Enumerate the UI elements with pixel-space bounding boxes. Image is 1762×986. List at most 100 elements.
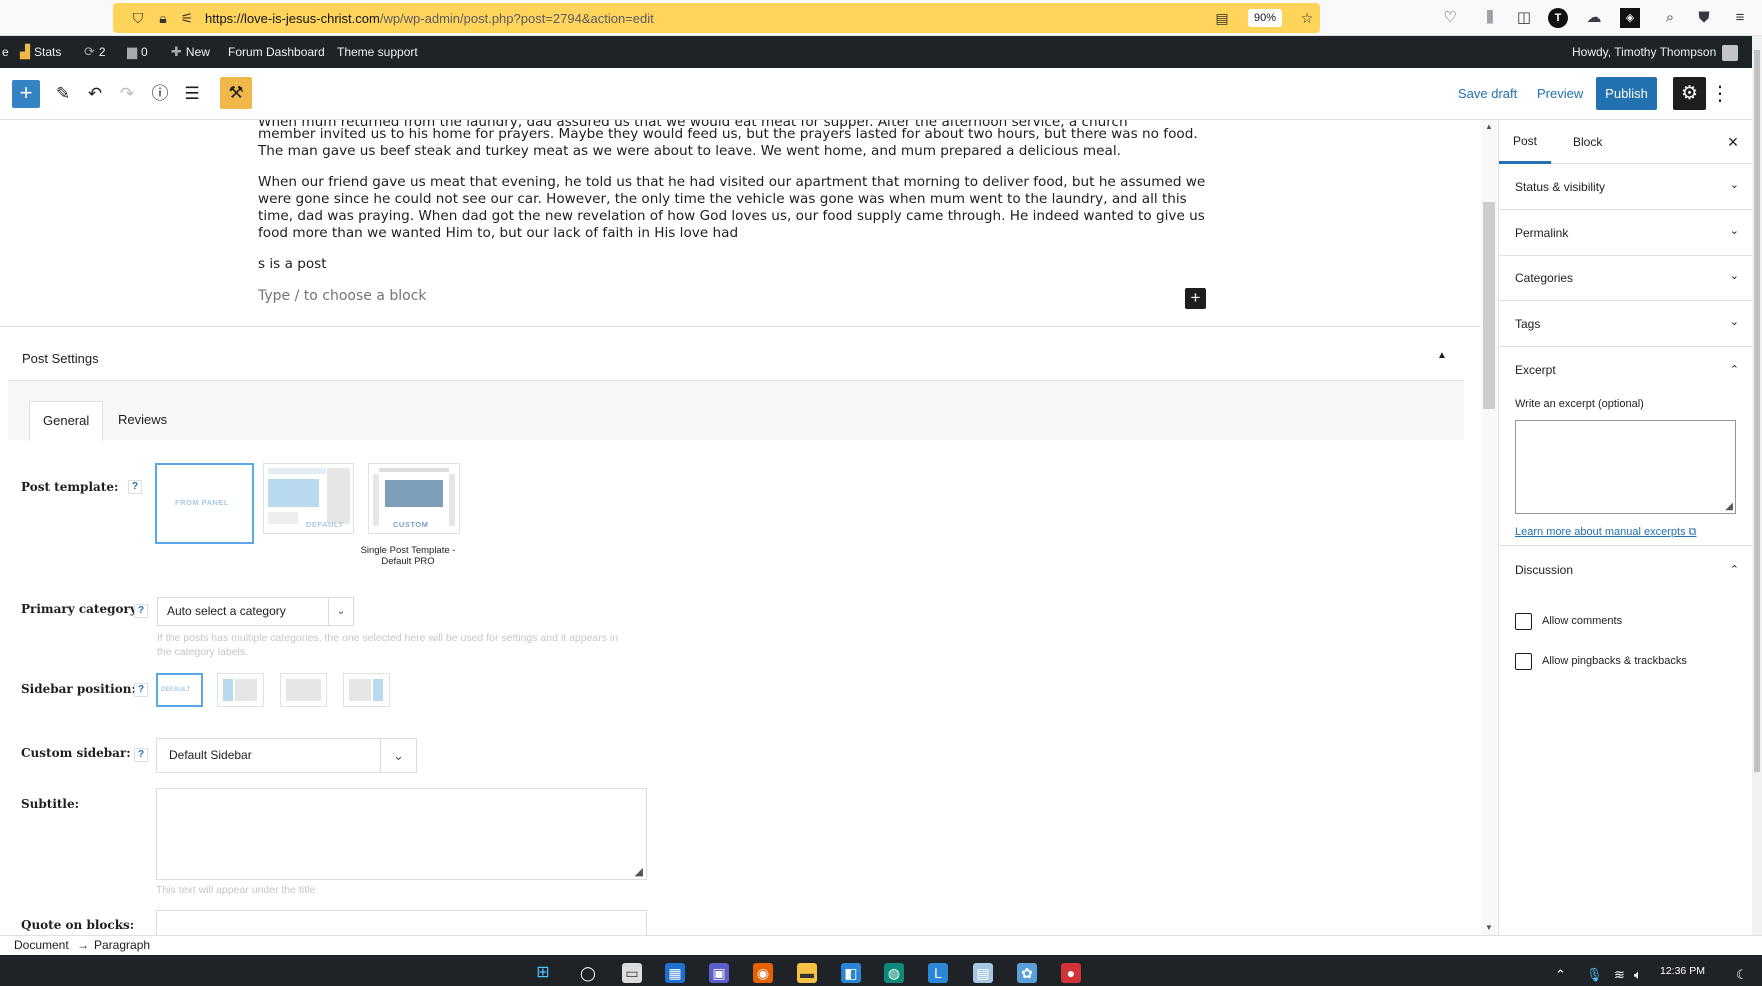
page-scrollbar[interactable] [1752, 36, 1762, 955]
collapse-triangle-icon[interactable]: ▲ [1437, 350, 1447, 361]
extension-cloud-icon[interactable]: ☁ [1584, 8, 1604, 28]
chevron-up-icon[interactable]: ⌃ [1730, 363, 1739, 376]
volume-icon[interactable]: 🔈︎ [1634, 967, 1642, 983]
panel-excerpt-title[interactable]: Excerpt [1515, 363, 1556, 377]
store-icon[interactable]: ◧ [841, 963, 861, 983]
post-settings-title[interactable]: Post Settings [22, 351, 99, 366]
block-appender-placeholder[interactable]: Type / to choose a block [258, 288, 427, 304]
tab-block[interactable]: Block [1559, 120, 1616, 164]
panel-discussion-title[interactable]: Discussion [1515, 563, 1573, 577]
bookmark-star-icon[interactable]: ☆ [1299, 10, 1315, 26]
notepad-icon[interactable]: ▤ [973, 963, 993, 983]
permissions-icon[interactable]: ⚟ [179, 10, 195, 26]
sidebar-position-left[interactable] [217, 673, 264, 707]
task-view-icon[interactable]: ▭ [622, 963, 642, 983]
settings-app-icon[interactable]: ✿ [1017, 963, 1037, 983]
chevron-up-icon[interactable]: ⌃ [1730, 563, 1739, 576]
scrollbar-thumb[interactable] [1754, 50, 1760, 772]
preview-button[interactable]: Preview [1537, 86, 1583, 101]
primary-category-select[interactable]: Auto select a category ⌄ [157, 597, 354, 626]
stats-link[interactable]: ▟ Stats [20, 36, 61, 68]
extension-badge-icon[interactable]: ⛊ [1694, 8, 1714, 28]
redo-icon[interactable]: ↷ [113, 80, 141, 108]
settings-gear-icon[interactable]: ⚙ [1673, 77, 1706, 110]
pocket-icon[interactable]: ♡ [1440, 8, 1460, 28]
help-icon[interactable]: ? [134, 604, 148, 618]
template-custom[interactable]: CUSTOM [368, 463, 460, 534]
updates-link[interactable]: ⟳ 2 [84, 36, 106, 68]
extension-search-icon[interactable]: ⌕ [1660, 8, 1680, 28]
start-windows-icon[interactable]: ⊞ [533, 963, 553, 983]
custom-sidebar-select[interactable]: Default Sidebar ⌄ [156, 738, 417, 773]
resize-handle-icon[interactable]: ◢ [1725, 501, 1733, 512]
panel-status-visibility[interactable]: Status & visibility ⌄ [1499, 164, 1753, 210]
site-name-fragment[interactable]: e [2, 36, 9, 68]
breadcrumb-paragraph[interactable]: Paragraph [94, 936, 150, 955]
save-draft-button[interactable]: Save draft [1458, 86, 1517, 101]
tab-general[interactable]: General [29, 401, 104, 441]
scroll-down-arrow-icon[interactable]: ▼ [1481, 921, 1497, 935]
quote-on-blocks-input[interactable] [156, 910, 647, 935]
help-icon[interactable]: ? [128, 480, 142, 494]
block-inserter-button[interactable]: + [12, 80, 40, 108]
shield-icon[interactable]: ⛉ [130, 10, 146, 26]
scroll-up-arrow-icon[interactable]: ▲ [1481, 120, 1497, 134]
paragraph-block[interactable]: member invited us to his home for prayer… [258, 126, 1208, 160]
undo-icon[interactable]: ↶ [81, 80, 109, 108]
edge-icon[interactable]: ◍ [884, 963, 904, 983]
sidebar-position-none[interactable] [280, 673, 327, 707]
firefox-icon[interactable]: ◉ [753, 963, 773, 983]
theme-support-link[interactable]: Theme support [337, 36, 418, 68]
url-bar[interactable]: ⛉ 🔒︎ ⚟ https://love-is-jesus-christ.com/… [113, 3, 1320, 33]
hamburger-menu-icon[interactable]: ≡ [1730, 8, 1750, 28]
allow-comments-checkbox[interactable] [1515, 613, 1532, 630]
reader-view-icon[interactable]: ▤ [1214, 10, 1230, 26]
paragraph-block[interactable]: s is a post [258, 256, 1208, 273]
wifi-icon[interactable]: ≋ [1614, 967, 1625, 983]
info-icon[interactable]: ⓘ [146, 80, 174, 108]
excerpt-learn-more-link[interactable]: Learn more about manual excerpts ⧉ [1515, 526, 1697, 539]
my-account-link[interactable]: Howdy, Timothy Thompson [1572, 36, 1739, 68]
forum-dashboard-link[interactable]: Forum Dashboard [228, 36, 325, 68]
new-content-link[interactable]: ✚ New [171, 36, 210, 68]
tab-reviews[interactable]: Reviews [105, 401, 180, 441]
close-icon[interactable]: × [1723, 132, 1743, 152]
list-view-icon[interactable]: ☰ [178, 80, 206, 108]
template-from-panel[interactable]: FROM PANEL [155, 463, 254, 544]
content-scrollbar[interactable]: ▲ ▼ [1481, 120, 1497, 935]
panel-categories[interactable]: Categories ⌄ [1499, 256, 1753, 301]
help-icon[interactable]: ? [134, 748, 148, 762]
extension-shield-icon[interactable]: ◈ [1620, 8, 1640, 28]
add-block-icon[interactable]: + [1185, 288, 1206, 309]
library-icon[interactable]: ⫼ [1480, 8, 1500, 28]
template-default[interactable]: DEFAULT [263, 463, 354, 534]
theme-tools-icon[interactable]: ⚒ [220, 77, 252, 109]
file-explorer-icon[interactable]: ▬ [797, 963, 817, 983]
allow-pingbacks-checkbox[interactable] [1515, 653, 1532, 670]
sidebar-icon[interactable]: ◫ [1514, 8, 1534, 28]
tab-post[interactable]: Post [1499, 120, 1552, 164]
paragraph-block[interactable]: When our friend gave us meat that evenin… [258, 174, 1208, 242]
resize-handle-icon[interactable]: ◢ [635, 865, 643, 878]
media-app-icon[interactable]: ● [1061, 963, 1081, 983]
app-l-icon[interactable]: L [928, 963, 948, 983]
widgets-icon[interactable]: ▦ [665, 963, 685, 983]
chevron-up-icon[interactable]: ⌃ [1555, 967, 1566, 983]
sidebar-position-right[interactable] [343, 673, 390, 707]
subtitle-textarea[interactable]: ◢ [156, 788, 647, 880]
sidebar-position-default[interactable]: DEFAULT [156, 673, 203, 707]
notifications-icon[interactable]: ☾ [1736, 967, 1748, 983]
extension-t-icon[interactable]: T [1548, 8, 1568, 28]
lock-icon[interactable]: 🔒︎ [155, 10, 171, 26]
help-icon[interactable]: ? [134, 683, 148, 697]
scrollbar-thumb[interactable] [1483, 202, 1495, 409]
publish-button[interactable]: Publish [1596, 77, 1657, 110]
clock-time[interactable]: 12:36 PM [1660, 965, 1705, 977]
more-options-icon[interactable]: ⋮ [1710, 80, 1730, 108]
microphone-icon[interactable]: 🎙︎ [1586, 967, 1603, 983]
zoom-level-badge[interactable]: 90% [1248, 9, 1283, 27]
panel-tags[interactable]: Tags ⌄ [1499, 301, 1753, 347]
url-text[interactable]: https://love-is-jesus-christ.com/wp/wp-a… [205, 11, 654, 26]
excerpt-textarea[interactable]: ◢ [1515, 420, 1736, 514]
teams-chat-icon[interactable]: ▣ [709, 963, 729, 983]
